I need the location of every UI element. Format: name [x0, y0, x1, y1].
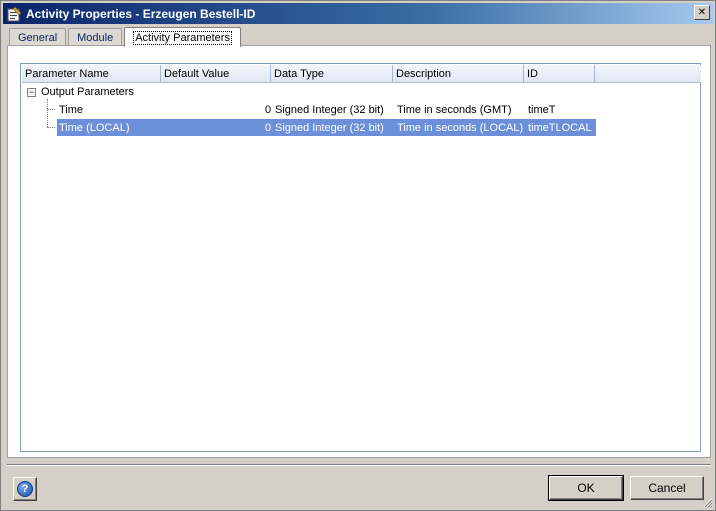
table-row-selected[interactable]: Time (LOCAL) 0 Signed Integer (32 bit) T…	[57, 119, 596, 136]
resize-grip-icon[interactable]	[701, 496, 713, 508]
cell-description: Time in seconds (GMT)	[397, 103, 512, 116]
cell-id: timeT	[528, 103, 556, 116]
minus-glyph: −	[28, 87, 35, 97]
column-header-parameter-name[interactable]: Parameter Name	[22, 65, 161, 83]
tab-activity-parameters[interactable]: Activity Parameters	[124, 27, 241, 47]
cell-default-value: 0	[265, 121, 272, 134]
cell-description: Time in seconds (LOCAL)	[397, 121, 524, 134]
cell-parameter-name: Time	[59, 103, 84, 116]
tab-label: Module	[77, 31, 114, 44]
help-glyph: ?	[21, 483, 29, 495]
column-header-id[interactable]: ID	[524, 65, 595, 83]
footer-divider	[7, 464, 711, 466]
tree-connector-vertical	[47, 99, 48, 127]
group-row-output-parameters[interactable]: − Output Parameters	[23, 84, 595, 101]
tab-strip: General Module Activity Parameters	[9, 26, 243, 47]
parameters-list[interactable]: Parameter Name Default Value Data Type D…	[20, 63, 701, 452]
table-row[interactable]: Time 0 Signed Integer (32 bit) Time in s…	[57, 101, 596, 118]
help-button[interactable]: ?	[13, 477, 37, 501]
group-label: Output Parameters	[41, 86, 134, 98]
window-title: Activity Properties - Erzeugen Bestell-I…	[26, 6, 256, 21]
cell-data-type: Signed Integer (32 bit)	[275, 103, 384, 116]
cell-id: timeTLOCAL	[528, 121, 592, 134]
cell-data-type: Signed Integer (32 bit)	[275, 121, 384, 134]
column-header-data-type[interactable]: Data Type	[271, 65, 393, 83]
tab-label: General	[18, 31, 58, 44]
column-header-row: Parameter Name Default Value Data Type D…	[22, 65, 701, 83]
help-icon: ?	[17, 481, 33, 497]
tab-general[interactable]: General	[9, 28, 67, 46]
cancel-button[interactable]: Cancel	[630, 476, 704, 500]
collapse-icon[interactable]: −	[27, 88, 36, 97]
cell-default-value: 0	[265, 103, 272, 116]
tree-connector-horizontal	[47, 109, 55, 110]
title-bar[interactable]: Activity Properties - Erzeugen Bestell-I…	[3, 3, 714, 24]
tab-module[interactable]: Module	[68, 28, 123, 46]
tab-panel: Parameter Name Default Value Data Type D…	[7, 45, 711, 458]
properties-icon	[6, 6, 22, 22]
ok-button[interactable]: OK	[548, 475, 624, 501]
column-header-default-value[interactable]: Default Value	[161, 65, 271, 83]
cancel-label: Cancel	[648, 481, 686, 495]
ok-label: OK	[577, 481, 595, 495]
close-icon: ✕	[697, 6, 707, 18]
dialog-window: Activity Properties - Erzeugen Bestell-I…	[0, 0, 716, 511]
cell-parameter-name: Time (LOCAL)	[59, 121, 130, 134]
tree-connector-horizontal	[47, 127, 55, 128]
tab-label: Activity Parameters	[133, 30, 232, 45]
close-button[interactable]: ✕	[694, 5, 710, 20]
column-header-description[interactable]: Description	[393, 65, 524, 83]
column-header-filler	[595, 65, 701, 83]
